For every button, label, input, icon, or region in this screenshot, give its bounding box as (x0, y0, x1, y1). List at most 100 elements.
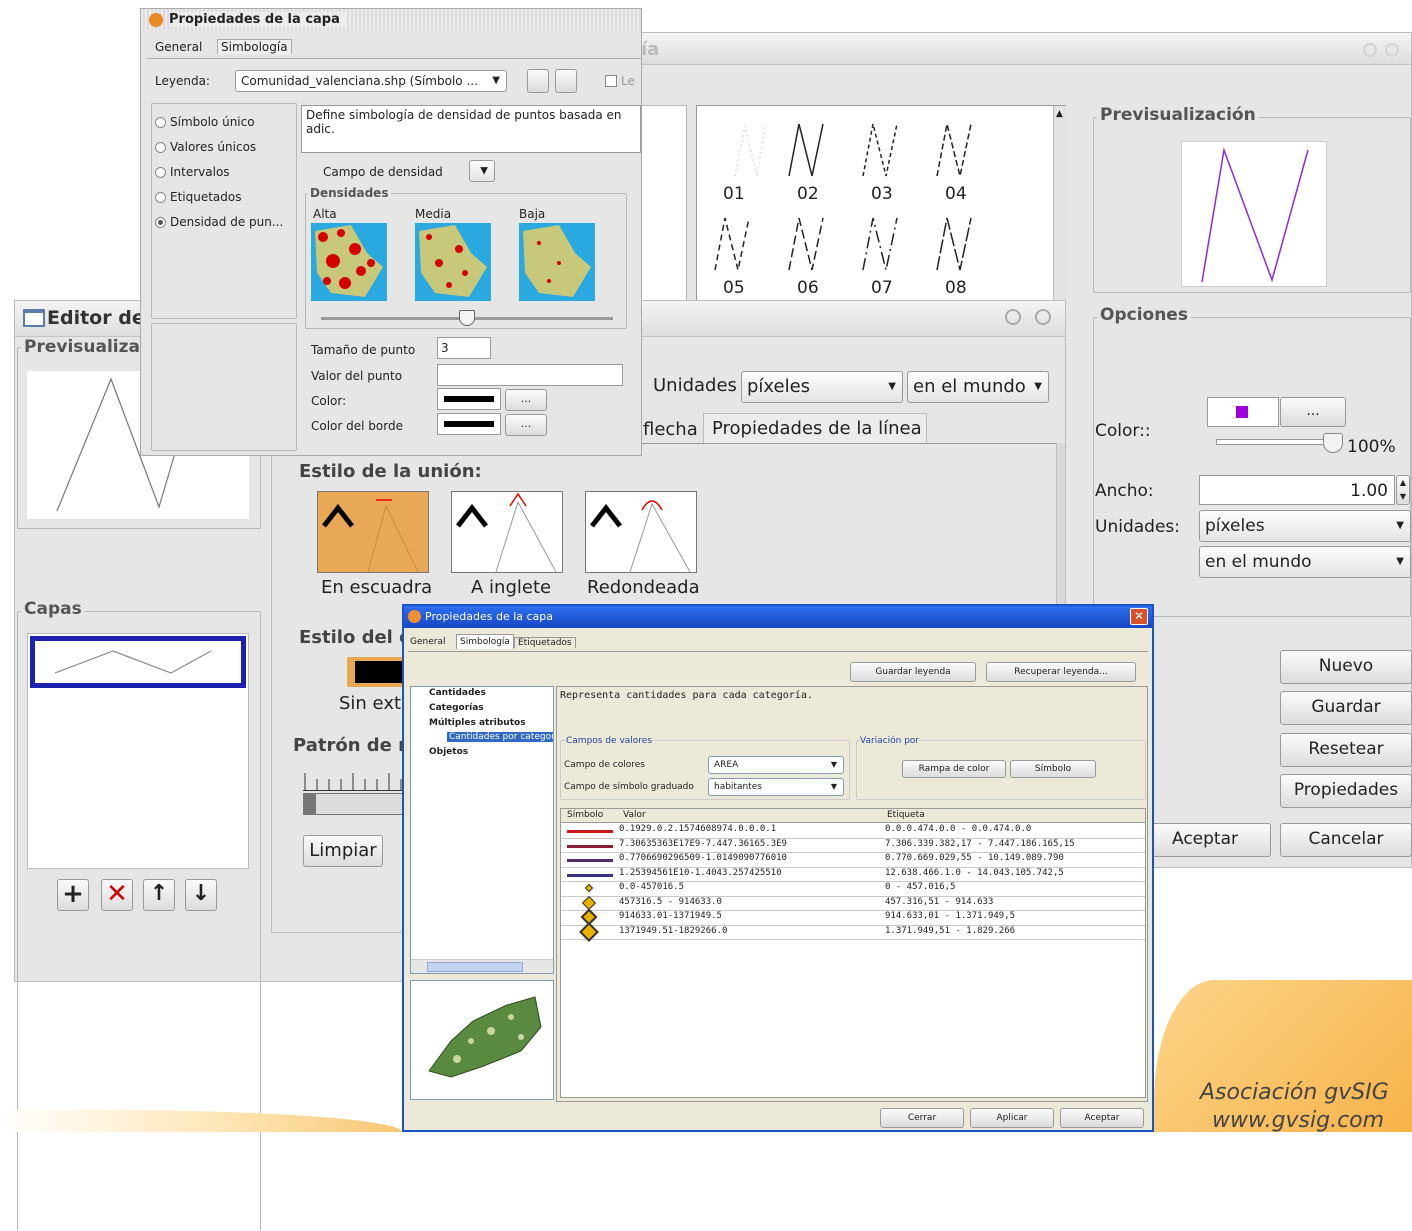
legend-type-density[interactable]: Densidad de pun... (155, 215, 283, 229)
minimize-icon[interactable] (1363, 43, 1377, 57)
close-icon[interactable] (1035, 309, 1051, 325)
symbol-red-line (565, 824, 615, 838)
intervals-table[interactable]: Símbolo Valor Etiqueta 0.1929.0.2.157460… (560, 808, 1146, 1098)
legend-type-tree[interactable]: Cantidades Categorías Múltiples atributo… (410, 686, 554, 974)
accept-button[interactable]: Aceptar (1139, 823, 1271, 857)
tree-scrollbar[interactable] (411, 959, 553, 973)
q-tab-general[interactable]: General (410, 637, 445, 647)
cancel-button[interactable]: Cancelar (1280, 823, 1412, 857)
symbol-button[interactable]: Símbolo (1010, 760, 1096, 778)
table-row[interactable]: 0.7706690296509-1.0149090776010 0.770.66… (561, 853, 1145, 868)
quantities-title-bar: Propiedades de la capa ✕ (404, 606, 1152, 628)
units-select[interactable]: píxeles ▼ (1199, 510, 1411, 542)
width-field[interactable]: 1.00 (1199, 475, 1395, 505)
legend-type-labels[interactable]: Etiquetados (155, 190, 242, 204)
q-tab-symbology[interactable]: Simbología (456, 634, 514, 649)
layers-list[interactable] (27, 633, 249, 869)
density-field-select[interactable]: ▼ (469, 160, 495, 182)
pattern-bar[interactable] (303, 793, 403, 815)
pattern-ruler[interactable] (303, 767, 403, 791)
legend-select[interactable]: Comunidad_valenciana.shp (Símbolo ... ▼ (235, 70, 507, 92)
tree-item-multiple[interactable]: Múltiples atributos (429, 718, 526, 728)
close-icon[interactable] (1385, 43, 1399, 57)
point-size-field[interactable]: 3 (437, 337, 491, 359)
join-miter-label: En escuadra (321, 577, 433, 598)
close-icon[interactable]: ✕ (1130, 608, 1148, 625)
join-miter-option[interactable] (317, 491, 429, 573)
density-description: Define simbología de densidad de puntos … (301, 105, 641, 153)
recover-legend-button[interactable]: Recuperar leyenda... (986, 662, 1136, 682)
chevron-down-icon: ▼ (1396, 520, 1404, 531)
table-row[interactable]: 7.30635363E17E9-7.447.36165.3E9 7.306.33… (561, 839, 1145, 853)
layer-item-selected[interactable] (30, 636, 246, 688)
density-low-svg (523, 225, 591, 297)
table-row[interactable]: 0.1929.0.2.1574608974.0.0.0.1 0.0.0.474.… (561, 824, 1145, 839)
border-color-button[interactable]: ... (505, 414, 547, 436)
new-button[interactable]: Nuevo (1280, 650, 1412, 684)
table-row[interactable]: 0.0-457016.5 0 - 457.016,5 (561, 882, 1145, 897)
density-high-label: Alta (313, 207, 337, 221)
size-field-select[interactable]: habitantes ▼ (708, 778, 844, 796)
q-accept-button[interactable]: Aceptar (1060, 1108, 1144, 1128)
move-up-button[interactable]: ↑ (143, 879, 175, 911)
tree-item-categories[interactable]: Categorías (429, 703, 484, 713)
border-color-swatch-box[interactable] (437, 413, 501, 435)
save-button[interactable]: Guardar (1280, 691, 1412, 725)
join-round-option[interactable] (585, 491, 697, 573)
density-slider-thumb[interactable] (459, 310, 475, 326)
tab-line-properties[interactable]: Propiedades de la línea (703, 413, 927, 443)
fill-color-swatch-box[interactable] (437, 388, 501, 410)
color-ramp-button[interactable]: Rampa de color (902, 760, 1006, 778)
scroll-up-icon[interactable]: ▲ (1056, 109, 1063, 119)
scroll-thumb[interactable] (427, 962, 523, 972)
move-down-button[interactable]: ↓ (185, 879, 217, 911)
q-tab-labels[interactable]: Etiquetados (514, 637, 576, 648)
row-label: 12.638.466.1.0 - 14.043.105.742,5 (885, 867, 1064, 878)
point-value-field[interactable] (437, 364, 623, 386)
tab-general[interactable]: General (155, 40, 202, 54)
tree-item-quantities-by-category[interactable]: Cantidades por categoría (447, 732, 553, 742)
arrow-up-icon: ↑ (149, 881, 169, 906)
legend-checkbox[interactable] (605, 75, 617, 87)
table-row[interactable]: 914633.01-1371949.5 914.633,01 - 1.371.9… (561, 908, 1145, 926)
clear-button[interactable]: Limpiar (303, 835, 383, 867)
color-field-select[interactable]: AREA ▼ (708, 756, 844, 774)
tree-item-objects[interactable]: Objetos (429, 747, 468, 757)
width-spinner[interactable]: ▲ ▼ (1396, 475, 1410, 505)
reset-button[interactable]: Resetear (1280, 733, 1412, 767)
transparency-slider[interactable] (1216, 439, 1334, 445)
editor-units-select[interactable]: píxeles ▼ (741, 371, 903, 403)
end-style-option[interactable] (347, 657, 407, 687)
remove-layer-button[interactable]: ✕ (101, 879, 133, 911)
properties-button[interactable]: Propiedades (1280, 774, 1412, 808)
fill-color-button[interactable]: ... (505, 389, 547, 411)
table-row[interactable]: 1.25394561E10-1.4043.257425510 12.638.46… (561, 867, 1145, 882)
reference-select[interactable]: en el mundo ▼ (1199, 546, 1411, 578)
editor-reference-select[interactable]: en el mundo ▼ (907, 371, 1049, 403)
legend-type-intervals[interactable]: Intervalos (155, 165, 230, 179)
minimize-icon[interactable] (1005, 309, 1021, 325)
legend-open-button[interactable] (527, 69, 549, 93)
row-value: 457316.5 - 914633.0 (619, 896, 722, 907)
units-label: Unidades: (1095, 517, 1180, 537)
save-legend-button[interactable]: Guardar leyenda (850, 662, 976, 682)
join-bevel-option[interactable] (451, 491, 563, 573)
close-button[interactable]: Cerrar (880, 1108, 964, 1128)
layers-legend: Capas (21, 599, 85, 619)
apply-button[interactable]: Aplicar (970, 1108, 1054, 1128)
table-row[interactable]: 1371949.51-1829266.0 1.371.949,51 - 1.82… (561, 921, 1145, 942)
tree-item-quantities[interactable]: Cantidades (429, 688, 486, 698)
legend-type-unique[interactable]: Valores únicos (155, 140, 256, 154)
transparency-thumb[interactable] (1323, 433, 1343, 453)
radio-single (155, 117, 166, 128)
add-layer-button[interactable]: + (57, 879, 89, 911)
legend-save-button[interactable] (555, 69, 577, 93)
join-bevel-guide (495, 500, 557, 573)
tab-symbology[interactable]: Simbología (217, 39, 292, 54)
tab-arrow[interactable]: flecha (643, 419, 698, 440)
color-picker-button[interactable]: ... (1280, 397, 1346, 427)
table-row[interactable]: 457316.5 - 914633.0 457.316,51 - 914.633 (561, 895, 1145, 911)
border-color-label: Color del borde (311, 419, 403, 433)
color-swatch-box[interactable] (1207, 397, 1279, 427)
legend-type-single[interactable]: Símbolo único (155, 115, 255, 129)
